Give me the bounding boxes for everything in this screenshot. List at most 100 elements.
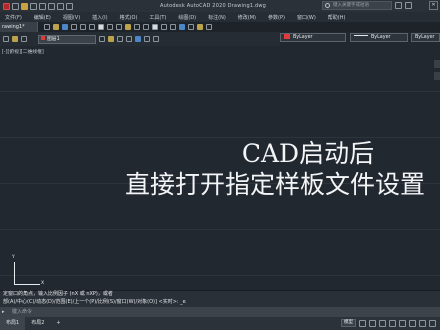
viewcube-icon[interactable]: [434, 60, 440, 68]
command-line-input[interactable]: ▸ 键入命令: [0, 307, 440, 317]
layer-properties-icon[interactable]: [3, 36, 9, 42]
zoom-realtime-icon[interactable]: [161, 24, 167, 30]
pan-icon[interactable]: [152, 24, 158, 30]
menu-tools[interactable]: 工具(T): [149, 14, 166, 21]
color-value: ByLayer: [293, 35, 313, 40]
viewport-controls[interactable]: [-][俯视][二维线框]: [2, 48, 44, 55]
snap-icon[interactable]: [369, 319, 376, 327]
menu-insert[interactable]: 插入(I): [92, 14, 107, 21]
layer-previous-icon[interactable]: [21, 36, 27, 42]
save-as-icon[interactable]: [39, 2, 46, 10]
osnap-icon[interactable]: [399, 319, 406, 327]
paste-icon[interactable]: [116, 24, 122, 30]
menu-view[interactable]: 视图(V): [63, 14, 80, 21]
redo-icon[interactable]: [66, 2, 73, 10]
tutorial-caption: CAD启动后 直接打开指定样板文件设置: [80, 138, 440, 200]
tab-layout1[interactable]: 布局1: [0, 317, 26, 330]
help-icon[interactable]: [405, 2, 412, 9]
menu-help[interactable]: 帮助(H): [328, 14, 346, 21]
caption-line-2: 直接打开指定样板文件设置: [124, 170, 425, 199]
search-input[interactable]: 键入关键字或短语: [322, 1, 392, 10]
linetype-dropdown[interactable]: ByLayer: [350, 33, 408, 42]
command-history-line: 部(A)/中心(C)/动态(D)/范围(E)/上一个(P)/比例(S)/窗口(W…: [3, 298, 186, 305]
menu-window[interactable]: 窗口(W): [297, 14, 316, 21]
menu-parametric[interactable]: 参数(P): [268, 14, 285, 21]
new-file-icon[interactable]: [12, 2, 19, 10]
layer-state-icon[interactable]: [12, 36, 18, 42]
make-current-icon[interactable]: [99, 36, 105, 42]
menu-file[interactable]: 文件(F): [5, 14, 22, 21]
layer-match-icon[interactable]: [108, 36, 114, 42]
save-icon[interactable]: [30, 2, 37, 10]
new-icon[interactable]: [44, 24, 50, 30]
save-tool-icon[interactable]: [62, 24, 68, 30]
close-icon[interactable]: ✕: [429, 1, 438, 10]
command-placeholder: 键入命令: [12, 309, 33, 315]
command-history: 定窗口的角点，输入比例因子 (nX 或 nXP)，或者 部(A)/中心(C)/动…: [0, 290, 440, 307]
polar-icon[interactable]: [389, 319, 396, 327]
linetype-sample-icon: [354, 35, 368, 36]
window-title: Autodesk AutoCAD 2020 Drawing1.dwg: [160, 3, 267, 9]
grid-icon[interactable]: [359, 319, 366, 327]
calculator-icon[interactable]: [206, 24, 212, 30]
redo-tool-icon[interactable]: [143, 24, 149, 30]
sign-in-icon[interactable]: [395, 2, 402, 9]
menu-edit[interactable]: 编辑(E): [34, 14, 51, 21]
layer-color-icon: [41, 35, 45, 40]
menu-modify[interactable]: 修改(M): [238, 14, 256, 21]
tab-drawing1[interactable]: rawing1*: [0, 22, 38, 32]
undo-tool-icon[interactable]: [134, 24, 140, 30]
tool-palette-icon[interactable]: [197, 24, 203, 30]
annotation-scale-icon[interactable]: [409, 319, 416, 327]
dim-style-icon[interactable]: [135, 36, 141, 42]
grid-line: [0, 229, 440, 230]
color-swatch-icon: [284, 34, 290, 39]
color-dropdown[interactable]: ByLayer: [280, 33, 346, 42]
grid-line: [0, 275, 440, 276]
ucs-x-axis: [14, 284, 40, 285]
layer-name: 图层1: [47, 36, 60, 42]
table-style-icon[interactable]: [144, 36, 150, 42]
add-layout-icon[interactable]: +: [50, 317, 66, 330]
status-bar: 布局1 布局2 + 模型: [0, 317, 440, 330]
customize-menu-icon[interactable]: [429, 319, 436, 327]
cut-icon[interactable]: [98, 24, 104, 30]
plot-icon[interactable]: [71, 24, 77, 30]
status-tools: 模型: [341, 319, 436, 327]
tab-layout2[interactable]: 布局2: [25, 317, 50, 330]
preview-icon[interactable]: [80, 24, 86, 30]
publish-icon[interactable]: [89, 24, 95, 30]
menu-dimension[interactable]: 标注(N): [208, 14, 226, 21]
lineweight-value: ByLayer: [415, 35, 435, 40]
print-icon[interactable]: [48, 2, 55, 10]
command-prompt-icon: ▸: [2, 309, 5, 315]
open-icon[interactable]: [53, 24, 59, 30]
quick-access-toolbar: [0, 2, 120, 10]
standard-toolbar: [38, 24, 212, 30]
app-logo-icon[interactable]: [3, 2, 10, 10]
undo-icon[interactable]: [57, 2, 64, 10]
properties-icon[interactable]: [179, 24, 185, 30]
lineweight-dropdown[interactable]: ByLayer: [411, 33, 440, 42]
zoom-window-icon[interactable]: [170, 24, 176, 30]
navigation-bar-icon[interactable]: [434, 72, 440, 80]
open-folder-icon[interactable]: [21, 2, 28, 10]
ortho-icon[interactable]: [379, 319, 386, 327]
layer-freeze-icon[interactable]: [117, 36, 123, 42]
match-properties-icon[interactable]: [125, 24, 131, 30]
workspace-gear-icon[interactable]: [419, 319, 426, 327]
design-center-icon[interactable]: [188, 24, 194, 30]
model-space-button[interactable]: 模型: [341, 319, 356, 327]
layer-dropdown[interactable]: 图层1: [38, 34, 96, 44]
drawing-canvas[interactable]: [-][俯视][二维线框] CAD启动后 直接打开指定样板文件设置 Y X: [0, 46, 440, 290]
tab-toolbar-strip: rawing1*: [0, 22, 440, 32]
multileader-icon[interactable]: [153, 36, 159, 42]
copy-icon[interactable]: [107, 24, 113, 30]
title-search-area: 键入关键字或短语: [322, 1, 412, 10]
menu-bar: 文件(F) 编辑(E) 视图(V) 插入(I) 格式(O) 工具(T) 绘图(D…: [0, 12, 440, 22]
menu-draw[interactable]: 绘图(D): [178, 14, 196, 21]
ucs-x-label: X: [41, 281, 45, 286]
menu-format[interactable]: 格式(O): [120, 14, 138, 21]
command-history-line: 定窗口的角点，输入比例因子 (nX 或 nXP)，或者: [3, 291, 113, 297]
text-style-icon[interactable]: [126, 36, 132, 42]
